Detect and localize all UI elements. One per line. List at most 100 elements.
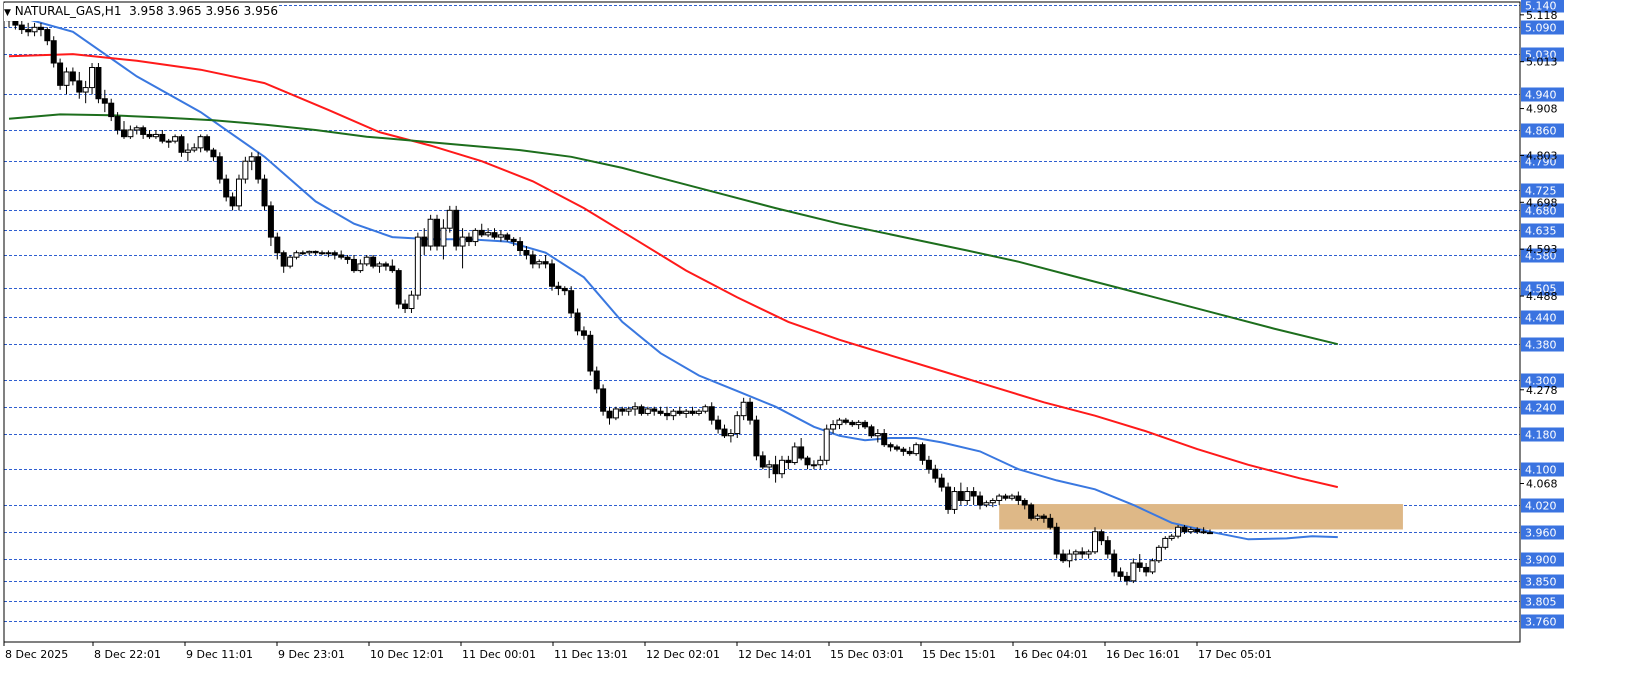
candle-down xyxy=(574,312,581,332)
time-tick-label: 8 Dec 2025 xyxy=(5,648,68,661)
candle-up xyxy=(1034,515,1041,519)
candle-down xyxy=(1098,531,1105,542)
candle-down xyxy=(491,232,498,238)
candle-up xyxy=(89,66,96,89)
candle-up xyxy=(778,459,785,475)
candle-down xyxy=(606,410,613,419)
candle-down xyxy=(542,261,549,265)
candle-down xyxy=(101,98,108,104)
candle-up xyxy=(817,459,824,466)
candle-down xyxy=(76,80,83,93)
candle-down xyxy=(120,129,127,138)
candle-down xyxy=(881,433,888,446)
candle-down xyxy=(868,426,875,437)
candle-down xyxy=(517,241,524,252)
price-axis: 5.1405.0905.0304.9404.8604.7904.7254.680… xyxy=(1520,0,1564,629)
candle-up xyxy=(1187,528,1194,533)
candle-up xyxy=(299,252,306,255)
candle-down xyxy=(1181,526,1188,533)
candle-down xyxy=(204,136,211,151)
candle-down xyxy=(504,234,511,240)
candle-down xyxy=(663,412,670,417)
candle-up xyxy=(625,408,632,412)
candle-down xyxy=(1111,553,1118,573)
candle-down xyxy=(37,26,44,31)
price-tick-label: 4.908 xyxy=(1526,103,1558,116)
time-tick-label: 11 Dec 00:01 xyxy=(462,648,536,661)
candle-up xyxy=(766,464,773,468)
candle-up xyxy=(964,491,971,501)
candle-up xyxy=(632,406,639,410)
candle-up xyxy=(1130,562,1137,582)
candle-up xyxy=(446,209,453,229)
candle-down xyxy=(593,370,600,390)
candle-up xyxy=(165,140,172,143)
candle-down xyxy=(382,263,389,267)
candle-up xyxy=(293,252,300,258)
price-tick-label: 4.278 xyxy=(1526,384,1558,397)
candle-up xyxy=(497,234,504,238)
candle-down xyxy=(389,265,396,272)
support-zone-rect xyxy=(999,504,1403,530)
candle-down xyxy=(925,459,932,470)
candle-down xyxy=(1060,553,1067,562)
candle-down xyxy=(938,477,945,488)
candle-down xyxy=(893,446,900,450)
price-tick-label: 4.068 xyxy=(1526,478,1558,491)
candle-down xyxy=(338,254,345,258)
candle-down xyxy=(804,457,811,466)
price-label: 4.380 xyxy=(1525,339,1557,352)
candle-up xyxy=(427,218,434,247)
candle-down xyxy=(708,406,715,421)
candle-down xyxy=(146,133,153,138)
candle-up xyxy=(357,263,364,272)
candle-down xyxy=(862,421,869,428)
candle-down xyxy=(887,444,894,448)
candle-up xyxy=(414,236,421,296)
candle-down xyxy=(529,254,536,265)
candle-up xyxy=(63,71,70,86)
candle-down xyxy=(159,133,166,142)
time-tick-label: 17 Dec 05:01 xyxy=(1198,648,1272,661)
candle-up xyxy=(440,227,447,247)
candle-down xyxy=(319,252,326,255)
plot-frame xyxy=(3,1,1521,643)
candle-down xyxy=(421,236,428,247)
candlesticks xyxy=(6,9,1213,586)
price-tick-label: 5.118 xyxy=(1526,9,1558,22)
candle-down xyxy=(25,29,32,33)
candle-down xyxy=(523,250,530,256)
candle-up xyxy=(306,250,313,254)
candle-down xyxy=(95,66,102,100)
candle-down xyxy=(957,491,964,501)
candle-up xyxy=(485,232,492,236)
candle-up xyxy=(855,421,862,426)
candle-down xyxy=(69,71,76,82)
price-label: 4.020 xyxy=(1525,500,1557,513)
candle-down xyxy=(1200,531,1207,534)
candle-up xyxy=(1168,535,1175,539)
candle-down xyxy=(434,218,441,247)
candle-up xyxy=(727,433,734,437)
candle-up xyxy=(810,464,817,467)
candle-down xyxy=(1194,528,1201,533)
candle-down xyxy=(759,455,766,468)
candle-down xyxy=(114,116,121,131)
collapse-triangle-icon[interactable]: ▼ xyxy=(4,8,11,18)
time-tick-label: 9 Dec 11:01 xyxy=(186,648,253,661)
candle-down xyxy=(108,102,115,118)
candle-down xyxy=(1079,551,1086,555)
plot-border xyxy=(3,1,1521,643)
candle-down xyxy=(753,419,760,457)
candle-down xyxy=(267,205,274,238)
time-tick-label: 12 Dec 14:01 xyxy=(738,648,812,661)
candle-up xyxy=(287,256,294,267)
symbol-label: NATURAL_GAS,H1 xyxy=(14,4,122,18)
candle-down xyxy=(1028,504,1035,519)
candle-up xyxy=(127,129,134,138)
ohlc-readout: 3.958 3.965 3.956 3.956 xyxy=(129,4,278,18)
price-label: 4.635 xyxy=(1525,225,1557,238)
price-tick-label: 4.593 xyxy=(1526,243,1558,256)
candle-down xyxy=(350,258,357,272)
candle-up xyxy=(913,444,920,455)
